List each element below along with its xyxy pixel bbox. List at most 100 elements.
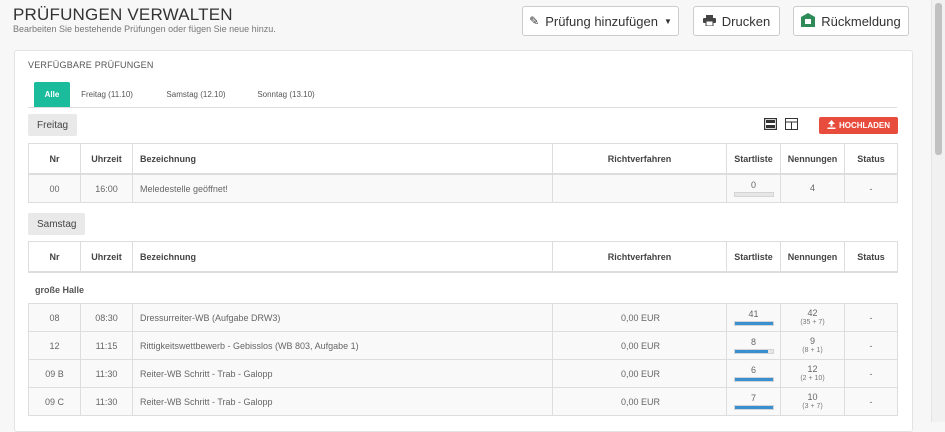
cell-time: 16:00 <box>80 173 133 203</box>
col-name: Bezeichnung <box>132 143 553 175</box>
table-row[interactable]: 12 11:15 Rittigkeitswettbewerb - Gebisslos… <box>28 331 898 360</box>
cell-nr: 12 <box>28 331 81 360</box>
scrollbar-thumb[interactable] <box>935 3 942 155</box>
cell-entries: 12 (2 + 10) <box>780 359 845 388</box>
entries-count: 10 <box>807 391 818 402</box>
col-nr: Nr <box>28 241 81 273</box>
friday-table: Nr Uhrzeit Bezeichnung Richtverfahren St… <box>28 143 898 203</box>
cell-fee <box>552 173 727 203</box>
feedback-label: Rückmeldung <box>821 13 901 29</box>
cell-name[interactable]: Rittigkeitswettbewerb - Gebisslos (WB 80… <box>132 331 553 360</box>
table-header: Nr Uhrzeit Bezeichnung Richtverfahren St… <box>28 241 898 273</box>
tab-saturday[interactable]: Samstag (12.10) <box>154 82 238 107</box>
table-row[interactable]: 09 C 11:30 Reiter-WB Schritt - Trab - Galo… <box>28 387 898 416</box>
cell-fee: 0,00 EUR <box>552 331 727 360</box>
cell-name[interactable]: Reiter-WB Schritt - Trab - Galopp <box>132 359 553 388</box>
col-startlist: Startliste <box>726 143 781 175</box>
entries-count: 4 <box>809 183 815 193</box>
cell-startlist: 0 <box>726 173 781 203</box>
entries-breakdown: (3 + 7) <box>802 402 823 410</box>
cell-startlist: 41 <box>726 303 781 332</box>
caret-down-icon: ▼ <box>663 16 672 26</box>
day-label-friday: Freitag <box>28 114 78 136</box>
col-time: Uhrzeit <box>80 143 133 175</box>
col-fee: Richtverfahren <box>552 143 727 175</box>
day-tabs: Alle Freitag (11.10) Samstag (12.10) Son… <box>28 82 897 108</box>
cell-entries: 42 (35 + 7) <box>780 303 845 332</box>
cell-startlist: 8 <box>726 331 781 360</box>
day-label-saturday: Samstag <box>28 213 86 235</box>
col-status: Status <box>844 143 898 175</box>
add-exam-button[interactable]: ✎ Prüfung hinzufügen ▼ <box>522 6 679 36</box>
entries-count: 9 <box>809 335 815 346</box>
entries-breakdown: (8 + 1) <box>802 346 823 354</box>
entries-breakdown: (35 + 7) <box>800 318 825 326</box>
printer-icon <box>702 14 716 29</box>
page-title: PRÜFUNGEN VERWALTEN <box>13 5 233 24</box>
feedback-button[interactable]: Rückmeldung <box>793 6 909 36</box>
col-fee: Richtverfahren <box>552 241 727 273</box>
saturday-table: Nr Uhrzeit Bezeichnung Richtverfahren St… <box>28 241 898 273</box>
compact-view-icon[interactable] <box>763 117 778 135</box>
col-status: Status <box>844 241 898 273</box>
entries-count: 12 <box>807 363 818 374</box>
cell-fee: 0,00 EUR <box>552 387 727 416</box>
cell-entries: 10 (3 + 7) <box>780 387 845 416</box>
col-time: Uhrzeit <box>80 241 133 273</box>
tab-sunday[interactable]: Sonntag (13.10) <box>246 82 326 107</box>
cell-time: 11:30 <box>80 387 133 416</box>
startlist-count: 41 <box>748 309 759 319</box>
cell-fee: 0,00 EUR <box>552 359 727 388</box>
col-entries: Nennungen <box>780 241 845 273</box>
startlist-count: 7 <box>750 393 756 403</box>
cell-nr: 09 B <box>28 359 81 388</box>
panel-title: VERFÜGBARE PRÜFUNGEN <box>28 60 154 70</box>
print-button[interactable]: Drucken <box>693 6 780 36</box>
cell-nr: 08 <box>28 303 81 332</box>
col-nr: Nr <box>28 143 81 175</box>
cell-status: - <box>844 359 898 388</box>
table-view-icon[interactable] <box>785 117 798 135</box>
startlist-progress <box>733 192 774 197</box>
cell-time: 11:15 <box>80 331 133 360</box>
startlist-progress <box>733 321 774 326</box>
col-startlist: Startliste <box>726 241 781 273</box>
cell-nr: 00 <box>28 173 81 203</box>
startlist-count: 6 <box>750 365 756 375</box>
magic-wand-icon: ✎ <box>529 14 540 28</box>
tab-friday[interactable]: Freitag (11.10) <box>74 82 140 107</box>
cell-entries: 9 (8 + 1) <box>780 331 845 360</box>
cell-name[interactable]: Reiter-WB Schritt - Trab - Galopp <box>132 387 553 416</box>
cell-fee: 0,00 EUR <box>552 303 727 332</box>
cell-time: 08:30 <box>80 303 133 332</box>
cell-entries: 4 <box>780 173 845 203</box>
startlist-count: 8 <box>750 337 756 347</box>
entries-count: 42 <box>807 307 818 318</box>
startlist-progress <box>733 405 774 410</box>
exams-panel: VERFÜGBARE PRÜFUNGEN Alle Freitag (11.10… <box>14 50 913 432</box>
tab-all[interactable]: Alle <box>34 82 70 107</box>
cell-name[interactable]: Meledestelle geöffnet! <box>132 173 553 203</box>
cell-status: - <box>844 387 898 416</box>
cell-name[interactable]: Dressurreiter-WB (Aufgabe DRW3) <box>132 303 553 332</box>
cell-nr: 09 C <box>28 387 81 416</box>
page-subtitle: Bearbeiten Sie bestehende Prüfungen oder… <box>13 24 276 34</box>
group-label: große Halle <box>35 285 85 295</box>
startlist-count: 0 <box>750 180 756 190</box>
feedback-icon <box>801 12 816 30</box>
upload-button[interactable]: HOCHLADEN <box>819 117 898 134</box>
table-header: Nr Uhrzeit Bezeichnung Richtverfahren St… <box>28 143 898 175</box>
table-row[interactable]: 09 B 11:30 Reiter-WB Schritt - Trab - Galo… <box>28 359 898 388</box>
cell-startlist: 7 <box>726 387 781 416</box>
table-row[interactable]: 00 16:00 Meledestelle geöffnet! 0 4 - <box>28 173 898 203</box>
col-name: Bezeichnung <box>132 241 553 273</box>
add-exam-label: Prüfung hinzufügen <box>545 13 658 29</box>
entries-breakdown: (2 + 10) <box>800 374 825 382</box>
cell-status: - <box>844 303 898 332</box>
cell-status: - <box>844 331 898 360</box>
upload-icon <box>827 120 836 131</box>
table-row[interactable]: 08 08:30 Dressurreiter-WB (Aufgabe DRW3) 0,… <box>28 303 898 332</box>
col-entries: Nennungen <box>780 143 845 175</box>
saturday-rows: 08 08:30 Dressurreiter-WB (Aufgabe DRW3) 0,… <box>28 303 898 416</box>
startlist-progress <box>733 349 774 354</box>
